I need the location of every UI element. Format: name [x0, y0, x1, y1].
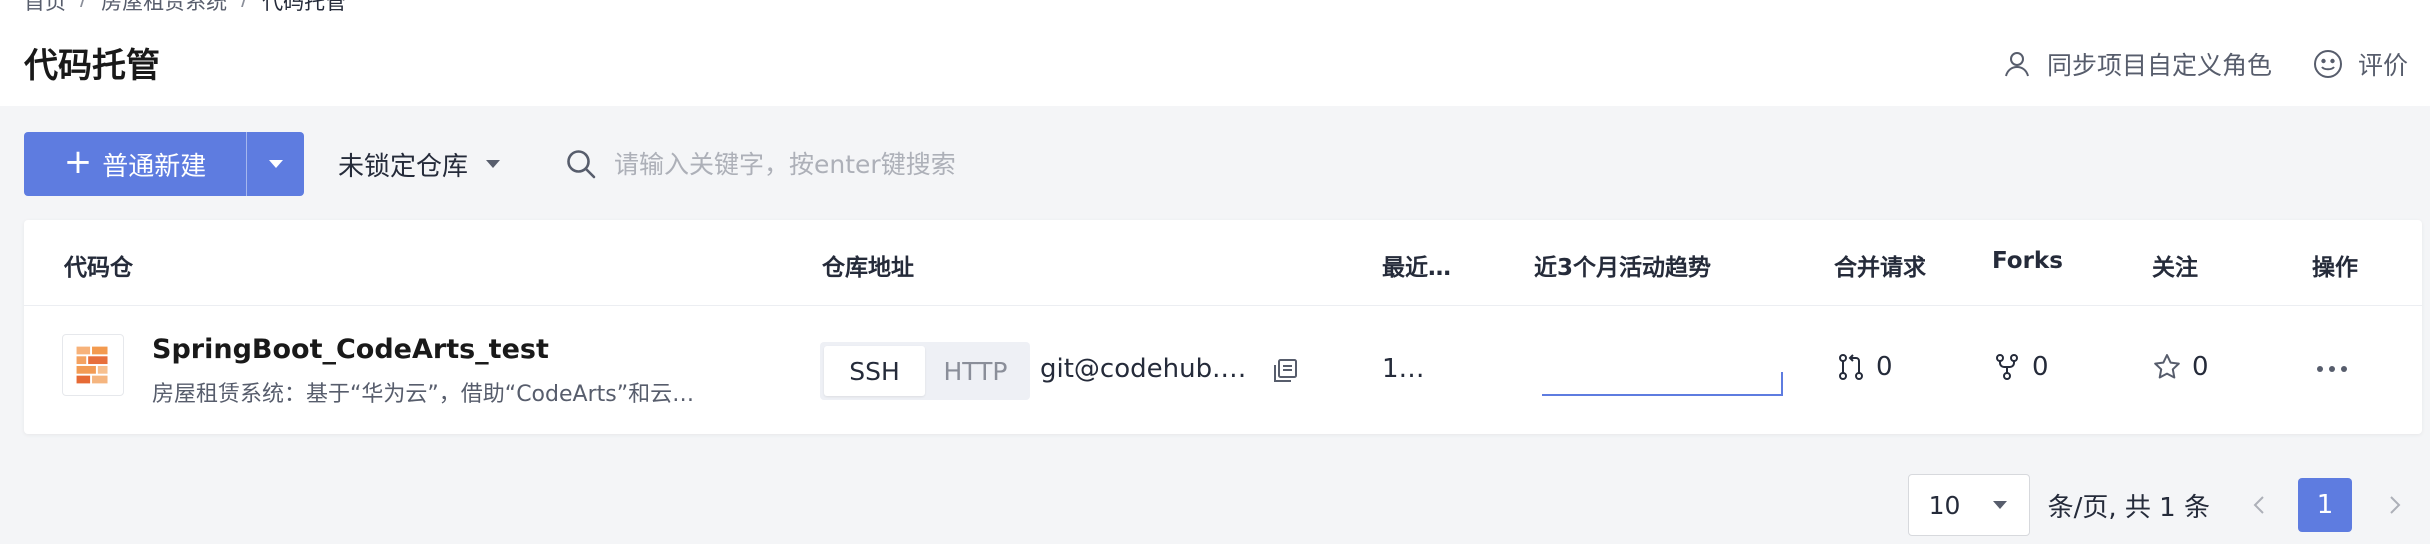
table-row: SpringBoot_CodeArts_test 房屋租赁系统：基于“华为云”，… [24, 306, 2422, 434]
breadcrumb-project[interactable]: 房屋租赁系统 [101, 0, 227, 14]
merge-requests-value: 0 [1876, 352, 1893, 382]
repo-name-link[interactable]: SpringBoot_CodeArts_test [152, 334, 549, 365]
star-icon [2154, 354, 2180, 379]
page-size-select[interactable]: 10 [1907, 474, 2030, 536]
breadcrumb-current: 代码托管 [262, 0, 347, 14]
new-repo-label: 普通新建 [102, 151, 207, 182]
merge-request-icon [1839, 354, 1863, 380]
forks-value: 0 [2032, 352, 2049, 382]
breadcrumb-separator: / [241, 0, 248, 10]
repo-logo-icon [62, 334, 124, 396]
search-icon [567, 150, 596, 179]
sync-roles-button[interactable]: 同步项目自定义角色 [2001, 46, 2272, 82]
merge-requests-count[interactable]: 0 [1836, 352, 1893, 382]
col-header-trend: 近3个月活动趋势 [1534, 255, 1712, 281]
table-header: 代码仓 仓库地址 最近… 近3个月活动趋势 合并请求 Forks 关注 操作 [24, 220, 2422, 306]
follow-count[interactable]: 0 [2152, 352, 2209, 382]
repo-description: 房屋租赁系统：基于“华为云”，借助“CodeArts”和云… [152, 382, 695, 407]
toolbar: + 普通新建 未锁定仓库 [24, 132, 2406, 196]
user-icon [2004, 52, 2029, 77]
repo-url: git@codehub.d… [1040, 354, 1262, 384]
breadcrumb-separator: / [80, 0, 87, 10]
col-header-forks: Forks [1992, 248, 2063, 274]
pagination-summary: 条/页, 共 1 条 [2047, 492, 2210, 523]
recent-activity-value: 1… [1382, 354, 1425, 384]
smiley-icon [2313, 50, 2342, 78]
col-header-ops: 操作 [2312, 255, 2358, 281]
repo-table: 代码仓 仓库地址 最近… 近3个月活动趋势 合并请求 Forks 关注 操作 S… [24, 220, 2422, 434]
page-number-button[interactable]: 1 [2298, 478, 2352, 532]
activity-trend-sparkline [1542, 372, 1783, 396]
rate-button[interactable]: 评价 [2312, 46, 2408, 82]
col-header-merge: 合并请求 [1834, 255, 1926, 281]
caret-down-icon [268, 160, 283, 168]
search-input[interactable] [614, 149, 1215, 179]
lock-filter-dropdown[interactable]: 未锁定仓库 [338, 146, 501, 183]
col-header-follow: 关注 [2152, 255, 2198, 281]
chevron-right-icon[interactable] [2382, 493, 2406, 517]
caret-down-icon [486, 160, 501, 168]
new-repo-button[interactable]: + 普通新建 [24, 132, 246, 196]
plus-icon: + [63, 142, 93, 182]
chevron-left-icon[interactable] [2248, 493, 2272, 517]
new-repo-split-button: + 普通新建 [24, 132, 304, 196]
breadcrumb-home[interactable]: 首页 [24, 0, 66, 14]
page-size-value: 10 [1928, 490, 1961, 520]
header-actions: 同步项目自定义角色 评价 [2001, 46, 2408, 82]
rate-label: 评价 [2357, 51, 2408, 80]
col-header-address: 仓库地址 [822, 255, 914, 281]
protocol-ssh-tab[interactable]: SSH [824, 346, 925, 396]
protocol-switch: SSH HTTP [820, 342, 1030, 400]
pagination: 10 条/页, 共 1 条 1 [1907, 474, 2406, 536]
follow-value: 0 [2192, 352, 2209, 382]
caret-down-icon [1992, 501, 2007, 509]
protocol-http-tab[interactable]: HTTP [925, 346, 1026, 396]
sync-roles-label: 同步项目自定义角色 [2046, 51, 2272, 80]
copy-icon[interactable] [1270, 356, 1300, 386]
page-title: 代码托管 [24, 46, 160, 86]
col-header-recent[interactable]: 最近… [1382, 248, 1451, 282]
new-repo-dropdown-button[interactable] [246, 132, 304, 196]
col-header-repo: 代码仓 [64, 255, 133, 281]
search-box [564, 147, 1264, 181]
breadcrumb: 首页 / 房屋租赁系统 / 代码托管 [24, 0, 347, 14]
page-header: 首页 / 房屋租赁系统 / 代码托管 代码托管 同步项目自定义角色 评价 [0, 0, 2430, 106]
forks-count[interactable]: 0 [1992, 352, 2049, 382]
lock-filter-label: 未锁定仓库 [338, 151, 469, 182]
fork-icon [1996, 354, 2018, 380]
more-actions-icon[interactable] [2312, 354, 2352, 384]
